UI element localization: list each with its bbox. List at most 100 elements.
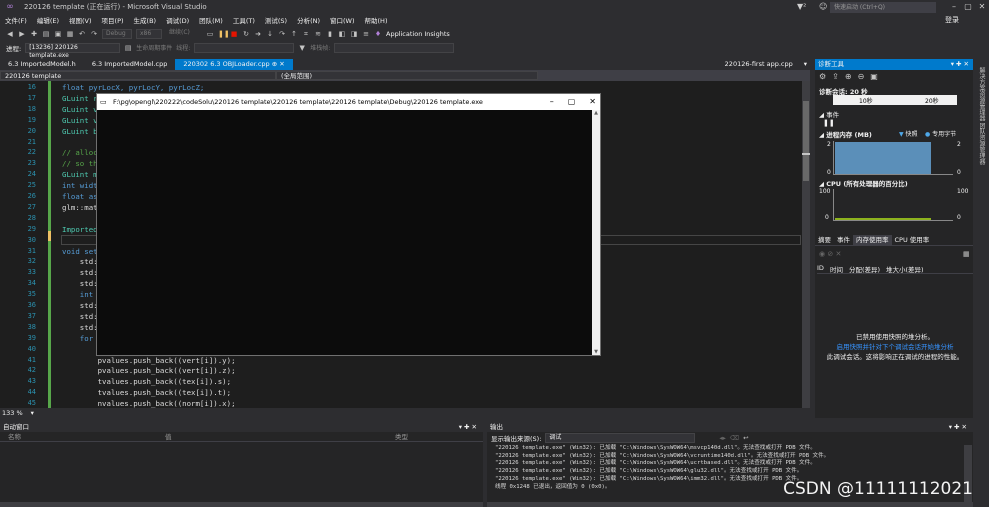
panel-controls-icon[interactable]: ▾ ✚ ✕ [951,59,969,70]
restart-icon[interactable]: ↻ [242,30,250,38]
export-icon[interactable]: ⇪ [832,72,839,81]
menu-edit[interactable]: 编辑(E) [32,15,64,25]
close-icon[interactable]: ✕ [975,0,989,14]
stop-icon[interactable]: ■ [230,30,238,38]
col-value[interactable]: 值 [165,432,395,441]
save-all-icon[interactable]: ▦ [66,30,74,38]
tab-summary[interactable]: 摘要 [815,235,834,245]
take-snapshot-icon[interactable]: ◉ [819,250,825,258]
autos-scrollbar[interactable] [0,502,483,507]
stack-frame-dropdown[interactable] [334,42,455,53]
platform-dropdown[interactable]: x86 [136,28,162,39]
tab-memory-usage[interactable]: 内存使用率 [853,235,892,245]
maximize-icon[interactable]: ▢ [961,0,975,14]
tab-objloader-cpp[interactable]: 220302 6.3 OBJLoader.cpp ⊕ ✕ [175,59,293,70]
col-type[interactable]: 类型 [395,432,408,441]
back-icon[interactable]: ◀ [6,30,14,38]
undo-icon[interactable]: ↶ [78,30,86,38]
feedback-icon[interactable]: ☺ [819,2,827,11]
folder-icon[interactable]: ▭ [206,30,214,38]
save-icon[interactable]: ▣ [54,30,62,38]
autos-controls-icon[interactable]: ▾ ✚ ✕ [459,422,477,432]
console-title-bar[interactable]: ▭ F:\pg\opengl\220222\codeSolu\220126 te… [97,94,600,110]
cpu-section[interactable]: ◢ CPU (所有处理器的百分比) [819,178,908,188]
step-into-icon[interactable]: ↓ [266,30,274,38]
comment-icon[interactable]: ≡ [362,30,370,38]
zoom-level[interactable]: 133 % [2,409,23,417]
col-id[interactable]: ID [817,264,824,273]
zoom-out-icon[interactable]: ⊖ [858,72,865,81]
thread-icon[interactable]: ≋ [314,30,322,38]
solution-explorer-side-tab[interactable]: 解决方案资源管理器 团队资源管理器 [977,67,986,165]
output-source-dropdown[interactable]: 调试 [545,432,696,443]
minimize-icon[interactable]: – [947,0,961,14]
cpu-graph[interactable] [833,189,953,221]
step-over-icon[interactable]: ↷ [278,30,286,38]
show-next-statement-icon[interactable]: ➜ [254,30,262,38]
forward-icon[interactable]: ▶ [18,30,26,38]
events-section[interactable]: ◢ 事件 [819,109,839,119]
output-controls-icon[interactable]: ▾ ✚ ✕ [949,422,967,432]
filter-thread-icon[interactable]: ▼ [298,44,306,52]
enable-snapshot-link[interactable]: 启用快照并针对下个调试会话开始堆分析 [837,343,954,351]
menu-build[interactable]: 生成(B) [129,15,162,25]
tab-cpu-usage[interactable]: CPU 使用率 [892,235,933,245]
pause-events-icon[interactable]: ❚❚ [823,119,835,127]
col-heap-size[interactable]: 堆大小(差异) [886,264,924,274]
word-wrap-icon[interactable]: ↩ [743,434,748,442]
memory-graph[interactable] [833,141,953,175]
menu-help[interactable]: 帮助(H) [360,15,393,25]
pin-icon[interactable]: ⊕ [272,60,277,68]
settings-gear-icon[interactable]: ⚙ [819,72,826,81]
tab-overflow-icon[interactable]: ▾ [801,59,810,70]
tab-events[interactable]: 事件 [834,235,853,245]
sign-in-link[interactable]: 登录 [945,15,959,25]
console-scrollbar[interactable]: ▲ ▼ [592,110,600,355]
continue-button[interactable]: 继续(C) [166,29,202,39]
menu-file[interactable]: 文件(F) [0,15,32,25]
project-dropdown[interactable]: 220126 template [0,71,276,80]
col-time[interactable]: 时间 [830,264,843,274]
process-dropdown[interactable]: [13236] 220126 template.exe [25,42,121,59]
bookmark-prev-icon[interactable]: ◧ [338,30,346,38]
col-name[interactable]: 名称 [0,432,165,441]
menu-test[interactable]: 测试(S) [260,15,292,25]
step-out-icon[interactable]: ↑ [290,30,298,38]
lifecycle-icon[interactable]: ▤ [124,44,132,52]
hex-icon[interactable]: ⌗ [302,30,310,38]
console-window[interactable]: ▭ F:\pg\opengl\220222\codeSolu\220126 te… [96,93,601,356]
menu-window[interactable]: 窗口(W) [325,15,360,25]
scroll-down-icon[interactable]: ▼ [592,349,600,355]
menu-analyze[interactable]: 分析(N) [292,15,325,25]
redo-icon[interactable]: ↷ [90,30,98,38]
menu-team[interactable]: 团队(M) [194,15,228,25]
editor-vertical-scrollbar[interactable] [802,81,810,408]
lifecycle-events-label[interactable]: 生命周期事件 [136,43,172,52]
menu-view[interactable]: 视图(V) [64,15,97,25]
console-close-icon[interactable]: ✕ [589,94,596,110]
new-project-icon[interactable]: ✚ [30,30,38,38]
clear-all-icon[interactable]: ⌫ [730,434,739,442]
scrollbar-thumb[interactable] [803,101,809,181]
tab-first-app-cpp[interactable]: 220126-first app.cpp [717,59,801,70]
console-minimize-icon[interactable]: – [550,94,554,110]
zoom-dropdown-icon[interactable]: ▾ [31,409,34,417]
bookmark-icon[interactable]: ▮ [326,30,334,38]
tab-importedmodel-cpp[interactable]: 6.3 ImportedModel.cpp [84,59,176,70]
zoom-in-icon[interactable]: ⊕ [845,72,852,81]
timeline-ruler[interactable]: 10秒 20秒 [831,95,957,105]
find-message-icon[interactable]: ◂▸ [719,434,726,442]
scope-dropdown[interactable]: (全局范围) [276,71,538,80]
application-insights-button[interactable]: Application Insights [386,30,450,38]
bookmark-next-icon[interactable]: ◨ [350,30,358,38]
delete-icon[interactable]: ✕ [835,250,841,258]
col-allocations[interactable]: 分配(差异) [849,264,880,274]
compare-icon[interactable]: ⊘ [827,250,833,258]
menu-project[interactable]: 项目(P) [97,15,129,25]
pause-icon[interactable]: ❚❚ [218,30,230,38]
quick-launch-input[interactable]: 快速启动 (Ctrl+Q) [830,2,936,13]
memory-section[interactable]: ◢ 进程内存 (MB) [819,129,872,139]
insights-icon[interactable]: ♦ [374,30,382,38]
config-dropdown[interactable]: Debug [102,28,132,39]
scroll-up-icon[interactable]: ▲ [592,110,600,116]
